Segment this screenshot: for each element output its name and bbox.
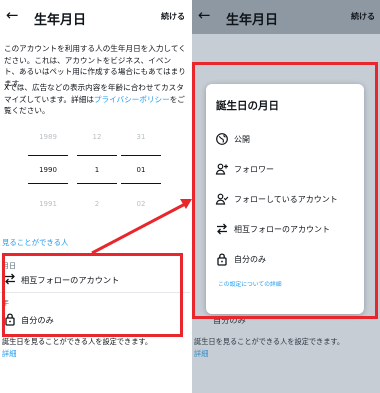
callout-arrow-icon xyxy=(91,199,192,255)
arrow-head xyxy=(180,199,192,209)
